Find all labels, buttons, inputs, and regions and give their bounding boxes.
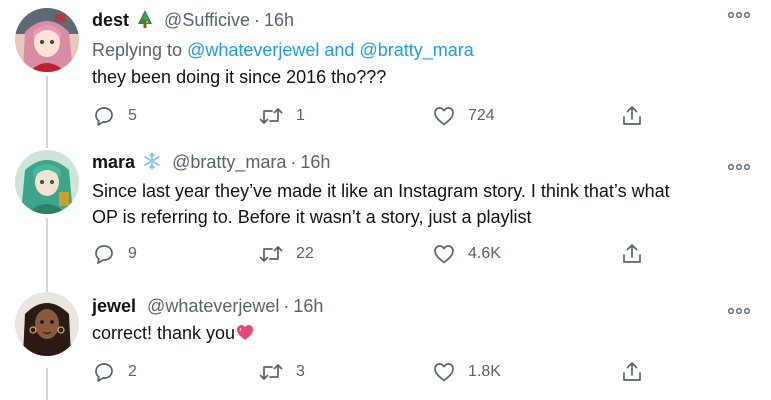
replying-to-and: and	[319, 40, 360, 60]
retweet-icon	[259, 108, 283, 124]
avatar-dest[interactable]	[15, 8, 79, 72]
reply-button[interactable]: 2	[92, 360, 137, 384]
share-icon	[623, 244, 641, 263]
reply-icon	[95, 107, 113, 126]
replying-to-label: Replying to	[92, 40, 188, 60]
display-name[interactable]: dest	[92, 10, 129, 30]
thread-line	[46, 218, 48, 286]
display-name[interactable]: jewel	[92, 296, 136, 316]
like-button[interactable]: 724	[432, 104, 495, 128]
separator: ·	[254, 10, 261, 30]
tweet-text: they been doing it since 2016 tho???	[92, 67, 387, 87]
like-count: 1.8K	[468, 363, 501, 380]
like-count: 724	[468, 107, 495, 124]
reply-button[interactable]: 9	[92, 242, 137, 266]
share-button[interactable]	[620, 242, 644, 266]
tweet-text: correct! thank you	[92, 320, 254, 348]
tweet-text-content: correct! thank you	[92, 323, 236, 343]
tweet-text-line: Since last year they’ve made it like an …	[92, 181, 670, 201]
reply-icon	[95, 245, 113, 264]
tweet-header: jewel @whateverjewel · 16h	[92, 296, 323, 317]
like-icon	[434, 107, 454, 126]
like-icon	[434, 245, 454, 264]
timestamp[interactable]: 16h	[300, 152, 330, 172]
like-icon	[434, 363, 454, 382]
more-options-icon[interactable]	[728, 158, 751, 176]
pink-heart-icon	[236, 322, 254, 348]
mention-link[interactable]: @bratty_mara	[359, 40, 473, 60]
reply-count: 5	[128, 107, 137, 124]
retweet-count: 22	[296, 245, 314, 262]
like-button[interactable]: 4.6K	[432, 242, 501, 266]
tweet-1[interactable]: dest @Sufficive · 16h Replying to @whateve…	[0, 0, 771, 140]
retweet-count: 3	[296, 363, 305, 380]
christmas-tree-icon	[137, 10, 153, 33]
tweet-header: mara @bratty_mara · 16h	[92, 152, 330, 175]
timestamp[interactable]: 16h	[264, 10, 294, 30]
display-name[interactable]: mara	[92, 152, 135, 172]
retweet-icon	[259, 364, 283, 380]
tweet-2[interactable]: mara @bratty_mara · 16h Since last year th…	[0, 140, 771, 286]
reply-button[interactable]: 5	[92, 104, 137, 128]
retweet-count: 1	[296, 107, 305, 124]
retweet-button[interactable]: 22	[258, 242, 314, 266]
reply-icon	[95, 363, 113, 382]
more-options-icon[interactable]	[728, 302, 751, 320]
replying-to: Replying to @whateverjewel and @bratty_m…	[92, 40, 474, 61]
retweet-button[interactable]: 1	[258, 104, 305, 128]
tweet-actions: 5 1 724	[92, 104, 652, 128]
tweet-3[interactable]: jewel @whateverjewel · 16h correct! thank …	[0, 286, 771, 400]
separator: ·	[290, 152, 297, 172]
user-handle[interactable]: @Sufficive	[164, 10, 250, 30]
share-button[interactable]	[620, 104, 644, 128]
tweet-text-line: OP is referring to. Before it wasn’t a s…	[92, 207, 532, 227]
like-count: 4.6K	[468, 245, 501, 262]
tweet-actions: 2 3 1.8K	[92, 360, 652, 384]
thread-line	[46, 76, 48, 140]
timestamp[interactable]: 16h	[293, 296, 323, 316]
user-handle[interactable]: @bratty_mara	[172, 152, 286, 172]
thread-line	[46, 368, 48, 400]
more-options-icon[interactable]	[728, 6, 751, 24]
avatar-mara[interactable]	[15, 150, 79, 214]
tweet-header: dest @Sufficive · 16h	[92, 10, 294, 33]
snowflake-icon	[143, 152, 161, 175]
tweet-text: Since last year they’ve made it like an …	[92, 178, 670, 230]
separator: ·	[283, 296, 290, 316]
retweet-button[interactable]: 3	[258, 360, 305, 384]
share-icon	[623, 106, 641, 125]
reply-count: 2	[128, 363, 137, 380]
user-handle[interactable]: @whateverjewel	[147, 296, 279, 316]
reply-count: 9	[128, 245, 137, 262]
retweet-icon	[259, 246, 283, 262]
mention-link[interactable]: @whateverjewel	[187, 40, 319, 60]
avatar-jewel[interactable]	[15, 292, 79, 356]
like-button[interactable]: 1.8K	[432, 360, 501, 384]
tweet-actions: 9 22 4.6K	[92, 242, 652, 266]
share-button[interactable]	[620, 360, 644, 384]
share-icon	[623, 362, 641, 381]
thread-line	[46, 140, 48, 148]
